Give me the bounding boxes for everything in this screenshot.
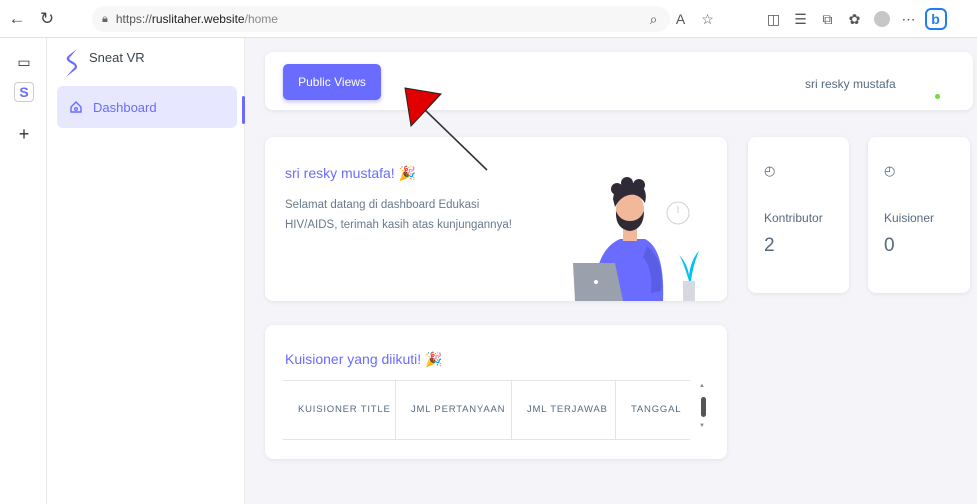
sneat-logo-icon: [66, 49, 77, 77]
online-status-dot: [935, 94, 940, 99]
kuisioner-table-header: KUISIONER TITLE JML PERTANYAAN JML TERJA…: [283, 380, 690, 440]
new-tab-icon[interactable]: +: [14, 124, 34, 144]
welcome-text: Selamat datang di dashboard Edukasi HIV/…: [285, 199, 512, 231]
active-indicator: [242, 96, 245, 124]
favorites-icon[interactable]: ☰: [787, 6, 814, 32]
welcome-card: sri resky mustafa! 🎉 Selamat datang di d…: [265, 137, 727, 301]
read-aloud-icon[interactable]: A: [667, 6, 694, 32]
scroll-thumb[interactable]: [701, 397, 706, 417]
sidebar-item-label: Dashboard: [93, 99, 157, 115]
column-header: JML TERJAWAB: [512, 381, 616, 439]
public-views-button[interactable]: Public Views: [283, 64, 381, 100]
brand-name: Sneat VR: [89, 50, 145, 65]
table-scrollbar[interactable]: ▲ ▼: [698, 383, 708, 433]
man-with-laptop-illustration-icon: [573, 177, 699, 301]
column-header: JML PERTANYAAN: [396, 381, 512, 439]
more-options-icon[interactable]: ⋯: [895, 6, 922, 32]
url-prefix: https://: [115, 12, 152, 26]
home-icon: [70, 101, 82, 113]
stat-card-kontributor: ◴ Kontributor 2: [748, 137, 849, 293]
kuisioner-card: Kuisioner yang diikuti! 🎉 KUISIONER TITL…: [265, 325, 727, 459]
column-header: TANGGAL: [631, 404, 682, 415]
stat-label: Kuisioner: [884, 211, 935, 225]
stat-value: 0: [884, 235, 895, 256]
stat-value: 2: [764, 235, 775, 256]
annotation-arrow-icon: [404, 87, 488, 171]
collections-icon[interactable]: ⧉: [814, 6, 841, 32]
profile-icon[interactable]: [868, 6, 895, 32]
url-path: /home: [244, 12, 278, 26]
extensions-icon[interactable]: ✿: [841, 6, 868, 32]
zoom-icon[interactable]: ⌕: [640, 6, 667, 32]
stat-card-kuisioner: ◴ Kuisioner 0: [868, 137, 970, 293]
back-icon[interactable]: ←: [4, 6, 30, 32]
kuisioner-title: Kuisioner yang diikuti! 🎉: [285, 351, 443, 367]
tab-actions-icon[interactable]: ▭: [14, 52, 34, 72]
browser-toolbar: ← ↻ 🔒︎ https://ruslitaher.website/home ⌕…: [0, 0, 977, 38]
refresh-icon[interactable]: ↻: [34, 6, 60, 32]
brand[interactable]: Sneat VR: [65, 48, 145, 78]
column-header: KUISIONER TITLE: [283, 381, 396, 439]
chart-pie-icon: ◴: [884, 163, 896, 178]
lock-icon: 🔒︎: [102, 12, 108, 25]
split-screen-icon[interactable]: ◫: [760, 6, 787, 32]
favorite-star-icon[interactable]: ☆: [694, 6, 721, 32]
url-host: ruslitaher.website: [151, 12, 245, 26]
bing-icon[interactable]: b: [922, 6, 949, 32]
stat-label: Kontributor: [764, 211, 823, 225]
sidebar-item-dashboard[interactable]: Dashboard: [57, 86, 237, 128]
top-navbar: Public Views sri resky mustafa: [265, 52, 973, 110]
app-sidebar: Sneat VR Dashboard: [47, 38, 245, 504]
tab-favicon-icon[interactable]: S: [14, 82, 34, 102]
scroll-down-icon[interactable]: ▼: [699, 423, 705, 429]
chart-pie-icon: ◴: [764, 163, 776, 178]
user-name[interactable]: sri resky mustafa: [805, 77, 896, 91]
address-bar[interactable]: 🔒︎ https://ruslitaher.website/home: [92, 6, 670, 32]
browser-side-rail: ▭ S +: [0, 38, 47, 504]
scroll-up-icon[interactable]: ▲: [699, 383, 705, 389]
